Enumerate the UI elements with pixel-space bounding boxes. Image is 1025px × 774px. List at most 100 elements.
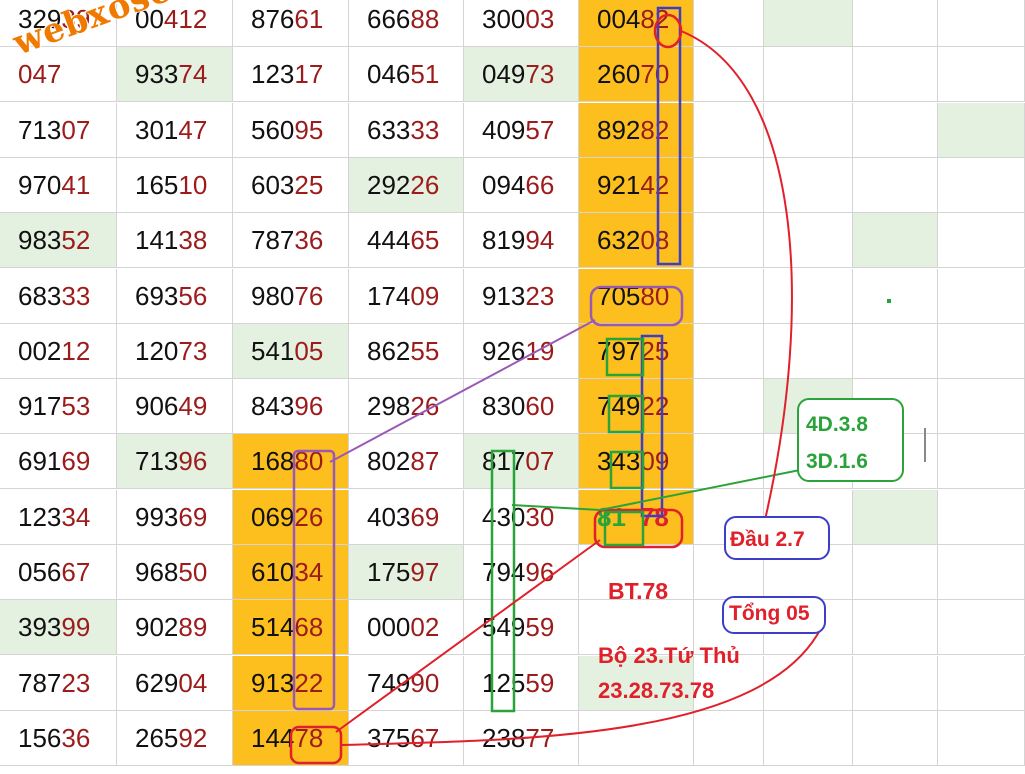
result-cell: 79725: [579, 324, 694, 379]
number-prefix: 705: [597, 281, 641, 311]
result-cell: 81 78: [579, 490, 694, 545]
result-cell: 26070: [579, 47, 694, 102]
number-prefix: 980: [251, 281, 295, 311]
result-cell: [579, 711, 694, 766]
number-tail: 52: [61, 225, 91, 255]
number-tail: 26: [410, 170, 440, 200]
number-tail: 55: [410, 336, 440, 366]
number-tail: 07: [61, 115, 91, 145]
number-tail: 59: [525, 668, 555, 698]
result-cell: 93374: [117, 47, 233, 102]
number-prefix: 906: [135, 391, 179, 421]
empty-cell: [764, 711, 853, 766]
number-prefix: 123: [18, 502, 62, 532]
empty-cell: [853, 103, 938, 158]
number-tail: 61: [294, 4, 324, 34]
number-prefix: 301: [135, 115, 179, 145]
empty-cell: [853, 47, 938, 102]
number-tail: 05: [294, 336, 324, 366]
number-tail: 08: [640, 225, 670, 255]
result-cell: 81707: [464, 434, 579, 489]
empty-cell: [764, 324, 853, 379]
lottery-results-grid: 32939 00412 87661 66688 30003 00482 047 93374 12…: [0, 0, 1025, 774]
number-tail: 26: [410, 391, 440, 421]
number-tail: 97: [410, 557, 440, 587]
number-prefix: 343: [597, 446, 641, 476]
number-prefix: 144: [251, 723, 295, 753]
number-prefix: 049: [482, 59, 526, 89]
number-tail: 78: [639, 502, 669, 532]
number-tail: 47: [178, 115, 208, 145]
result-cell: 04973: [464, 47, 579, 102]
result-cell: 63208: [579, 213, 694, 268]
number-prefix: 691: [18, 446, 62, 476]
result-cell: 69169: [0, 434, 117, 489]
result-cell: 69356: [117, 269, 233, 324]
number-tail: 26: [294, 502, 324, 532]
number-prefix: 549: [482, 612, 526, 642]
result-cell: 51468: [233, 600, 349, 655]
number-prefix: 787: [18, 668, 62, 698]
number-tail: 73: [178, 336, 208, 366]
number-prefix: 000: [367, 612, 411, 642]
label-bo-line1: Bộ 23.Tứ Thủ: [598, 643, 740, 668]
number-prefix: 970: [18, 170, 62, 200]
number-tail: 51: [410, 59, 440, 89]
number-tail: 95: [294, 115, 324, 145]
result-cell: 15636: [0, 711, 117, 766]
empty-cell: [694, 324, 764, 379]
number-prefix: 002: [18, 336, 62, 366]
label-4d: 4D.3.8: [806, 413, 868, 436]
number-prefix: 260: [597, 59, 641, 89]
number-prefix: 094: [482, 170, 526, 200]
number-prefix: 298: [367, 391, 411, 421]
number-tail: 90: [410, 668, 440, 698]
number-tail: 57: [525, 115, 555, 145]
empty-cell: [764, 158, 853, 213]
result-cell: 12334: [0, 490, 117, 545]
empty-cell: [764, 656, 853, 711]
number-prefix: 787: [251, 225, 295, 255]
result-cell: 37567: [349, 711, 464, 766]
number-tail: 68: [294, 612, 324, 642]
number-tail: 67: [410, 723, 440, 753]
number-prefix: 921: [597, 170, 641, 200]
result-cell: 40957: [464, 103, 579, 158]
result-cell: 06926: [233, 490, 349, 545]
number-tail: 03: [525, 4, 555, 34]
empty-cell: [853, 656, 938, 711]
result-cell: 89282: [579, 103, 694, 158]
number-tail: 23: [61, 668, 91, 698]
label-dau: Đầu 2.7: [730, 528, 805, 551]
number-tail: 82: [640, 4, 670, 34]
result-cell: 17409: [349, 269, 464, 324]
result-cell: 12559: [464, 656, 579, 711]
empty-cell: [764, 0, 853, 47]
number-prefix: 165: [135, 170, 179, 200]
result-cell: 26592: [117, 711, 233, 766]
number-tail: 70: [640, 59, 670, 89]
number-prefix: 862: [367, 336, 411, 366]
result-cell: 87661: [233, 0, 349, 47]
number-tail: 89: [178, 612, 208, 642]
number-prefix: 629: [135, 668, 179, 698]
number-tail: 38: [178, 225, 208, 255]
number-tail: 96: [525, 557, 555, 587]
number-tail: 34: [61, 502, 91, 532]
empty-cell: [938, 545, 1025, 600]
empty-cell: [938, 47, 1025, 102]
number-prefix: 004: [597, 4, 641, 34]
empty-cell: [764, 103, 853, 158]
empty-cell: [853, 158, 938, 213]
empty-cell: [694, 379, 764, 434]
number-prefix: 292: [367, 170, 411, 200]
number-tail: 96: [178, 446, 208, 476]
number-prefix: 056: [18, 557, 62, 587]
result-cell: 44465: [349, 213, 464, 268]
empty-cell: [764, 269, 853, 324]
number-tail: 09: [410, 281, 440, 311]
empty-cell: [694, 103, 764, 158]
number-prefix: 123: [251, 59, 295, 89]
number-tail: 10: [178, 170, 208, 200]
number-tail: 80: [640, 281, 670, 311]
